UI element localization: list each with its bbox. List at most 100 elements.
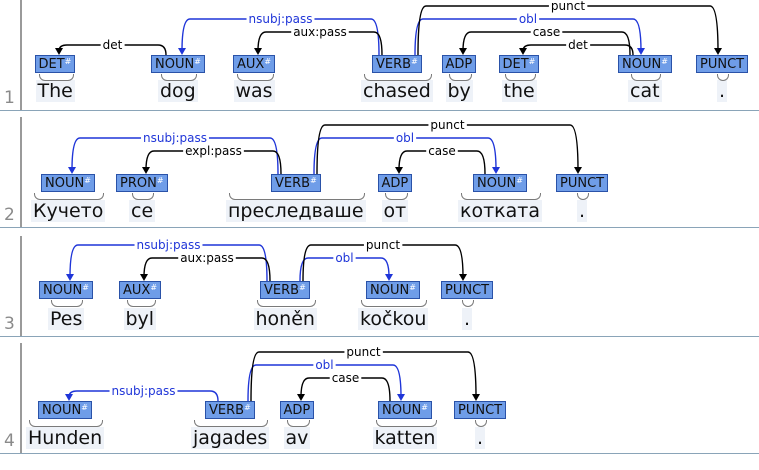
dependency-arcs: nsubj:passexpl:pass caseobl punct <box>68 118 582 175</box>
token-word[interactable]: dog <box>158 80 198 102</box>
pos-tag[interactable]: DET# <box>34 55 76 73</box>
pos-tag[interactable]: NOUN# <box>378 401 432 419</box>
pos-tag[interactable]: VERB# <box>271 174 321 192</box>
arc-arrowhead <box>714 48 722 55</box>
pos-tag[interactable]: VERB# <box>372 55 422 73</box>
pos-tag[interactable]: NOUN# <box>38 401 92 419</box>
sentence-panel-4: 4 nsubj:pass case obl punct NOUN# Hunden VERB… <box>0 343 759 454</box>
token-brace <box>194 420 268 427</box>
dependency-arc[interactable]: case <box>297 371 391 402</box>
pos-tag-label: NOUN <box>622 57 662 72</box>
pos-tag[interactable]: PUNCT <box>696 55 749 73</box>
token-word[interactable]: . <box>577 200 588 222</box>
token-word[interactable]: chased <box>361 80 433 102</box>
token-word[interactable]: Hunden <box>26 427 105 449</box>
dependency-arc[interactable]: nsubj:pass <box>68 131 279 175</box>
pos-tag[interactable]: ADP <box>441 55 477 73</box>
arc-label: case <box>533 25 561 39</box>
dependency-arc[interactable]: det <box>519 38 634 56</box>
dependency-arc[interactable]: case <box>459 25 631 56</box>
pos-tag[interactable]: NOUN# <box>151 55 205 73</box>
dependency-arc[interactable]: det <box>55 38 167 56</box>
pos-tag[interactable]: NOUN# <box>41 174 95 192</box>
features-marker: # <box>310 176 317 185</box>
features-marker: # <box>194 57 201 66</box>
token-word[interactable]: преследваше <box>226 200 366 222</box>
dependency-arc[interactable]: nsubj:pass <box>66 238 268 282</box>
pos-tag[interactable]: PUNCT <box>441 281 494 299</box>
dependency-arc[interactable]: case <box>395 144 486 175</box>
pos-tag-label: NOUN <box>45 176 85 191</box>
token-brace <box>126 300 156 307</box>
dependency-arc[interactable]: aux:pass <box>140 251 271 282</box>
pos-tag[interactable]: VERB# <box>260 281 310 299</box>
token-brace <box>364 74 432 81</box>
token-word[interactable]: Кучето <box>31 200 106 222</box>
token-word[interactable]: от <box>381 200 409 222</box>
dependency-arc[interactable]: obl <box>247 358 405 402</box>
pos-tag[interactable]: AUX# <box>233 55 276 73</box>
token-word[interactable]: Pes <box>48 308 85 330</box>
pos-tag[interactable]: PUNCT <box>556 174 609 192</box>
token-word[interactable]: . <box>462 308 473 330</box>
dependency-arc[interactable]: obl <box>414 12 645 56</box>
arc-arrowhead <box>395 167 403 174</box>
features-marker: # <box>264 57 272 66</box>
pos-tag[interactable]: AUX# <box>119 281 162 299</box>
token-brace <box>29 420 103 427</box>
pos-tag-label: PUNCT <box>700 57 745 72</box>
dependency-arc[interactable]: aux:pass <box>254 25 383 56</box>
token-word[interactable]: honěn <box>253 308 317 330</box>
pos-tag-label: ADP <box>445 57 473 72</box>
arc-label: nsubj:pass <box>143 131 207 145</box>
features-marker: # <box>661 57 668 66</box>
arc-arrowhead <box>519 48 527 55</box>
arc-label: det <box>103 38 123 52</box>
token-word[interactable]: The <box>35 80 75 102</box>
token-word[interactable]: . <box>475 427 486 449</box>
dependency-arc[interactable]: nsubj:pass <box>65 384 219 402</box>
token-brace <box>448 74 472 81</box>
arc-label: case <box>332 371 360 385</box>
pos-tag[interactable]: ADP <box>279 401 315 419</box>
pos-tag[interactable]: PUNCT <box>454 401 507 419</box>
pos-tag-label: NOUN <box>477 176 517 191</box>
token-brace <box>384 193 408 200</box>
token-brace <box>375 420 437 427</box>
pos-tag[interactable]: PRON# <box>116 174 168 192</box>
arc-arrowhead <box>140 274 148 281</box>
token-word[interactable]: was <box>233 80 275 102</box>
token-word[interactable]: av <box>283 427 311 449</box>
token-brace <box>361 300 427 307</box>
token-word[interactable]: katten <box>372 427 438 449</box>
token-word[interactable]: by <box>445 80 473 102</box>
token-brace <box>236 74 274 81</box>
pos-tag[interactable]: NOUN# <box>39 281 93 299</box>
pos-tag[interactable]: NOUN# <box>473 174 527 192</box>
dependency-arc[interactable]: punct <box>250 345 480 402</box>
token-word[interactable]: jagades <box>191 427 270 449</box>
token-word[interactable]: cat <box>628 80 662 102</box>
token-word[interactable]: . <box>717 80 728 102</box>
arc-arrowhead <box>254 48 262 55</box>
pos-tag[interactable]: NOUN# <box>618 55 672 73</box>
pos-tag[interactable]: DET# <box>498 55 540 73</box>
token-word[interactable]: котката <box>458 200 542 222</box>
arc-line <box>250 351 477 402</box>
token-brace <box>34 193 104 200</box>
dependency-arc[interactable]: nsubj:pass <box>178 12 380 56</box>
token-word[interactable]: byl <box>123 308 157 330</box>
pos-tag[interactable]: VERB# <box>205 401 255 419</box>
token-word[interactable]: kočkou <box>358 308 429 330</box>
pos-tag-label: VERB <box>264 283 300 298</box>
token-word[interactable]: се <box>129 200 156 222</box>
token-word[interactable]: the <box>501 80 537 102</box>
token-brace <box>51 300 83 307</box>
arc-arrowhead <box>297 394 305 401</box>
dependency-arc[interactable]: obl <box>313 131 500 175</box>
pos-tag[interactable]: ADP <box>377 174 413 192</box>
pos-tag[interactable]: NOUN# <box>366 281 420 299</box>
dependency-arc[interactable]: expl:pass <box>142 144 282 175</box>
arc-arrowhead <box>397 394 405 401</box>
dependency-arc[interactable]: obl <box>299 251 393 282</box>
